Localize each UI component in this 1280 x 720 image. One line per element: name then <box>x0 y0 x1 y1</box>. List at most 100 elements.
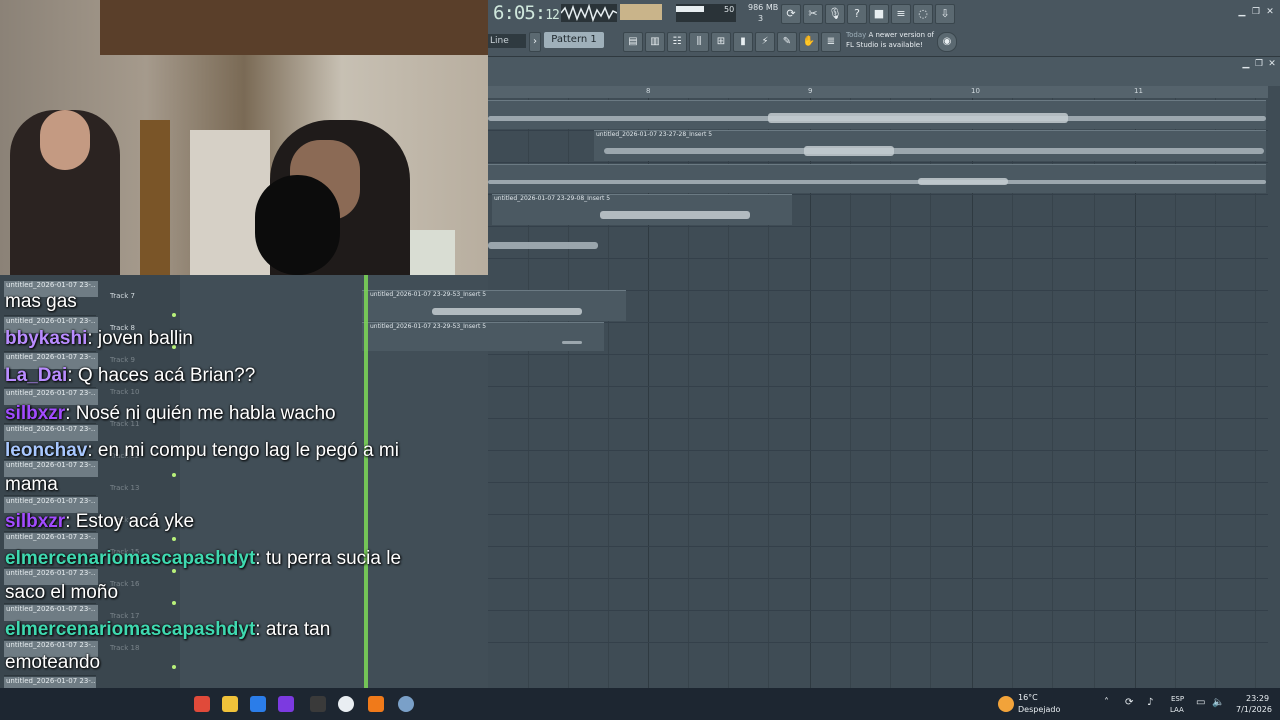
track-name[interactable]: Track 8 <box>110 324 135 332</box>
track-row[interactable]: untitled_2026-01-07 23-.. <box>4 317 98 352</box>
mic-icon[interactable]: 🎙 <box>825 4 845 24</box>
audio-clip[interactable] <box>488 164 1266 193</box>
restore-icon[interactable]: ❐ <box>1250 6 1262 18</box>
track-name[interactable]: Track 14 <box>110 516 139 524</box>
track-name[interactable]: Track 9 <box>110 356 135 364</box>
clock-time[interactable]: 23:29 <box>1246 694 1269 703</box>
note-icon[interactable]: ≣ <box>821 32 841 52</box>
weather-description[interactable]: Despejado <box>1018 705 1060 714</box>
track-row[interactable]: untitled_2026-01-07 23-.. <box>4 281 98 316</box>
track-row[interactable]: untitled_2026-01-07 23-.. <box>4 353 98 388</box>
close-icon[interactable]: ✕ <box>1264 6 1276 18</box>
track-row[interactable]: untitled_2026-01-07 23-.. <box>4 425 98 460</box>
track-active-led[interactable] <box>172 313 176 317</box>
piano-roll-icon[interactable]: ▥ <box>645 32 665 52</box>
track-name[interactable]: Track 12 <box>110 452 139 460</box>
track-active-led[interactable] <box>172 569 176 573</box>
download-icon[interactable]: ⇩ <box>935 4 955 24</box>
track-clip-label: untitled_2026-01-07 23-.. <box>4 389 98 405</box>
app-icon[interactable] <box>310 696 326 712</box>
track-name[interactable]: Track 15 <box>110 548 139 556</box>
audio-clip[interactable]: untitled_2026-01-07 23-29-53_Insert 5 <box>362 290 626 321</box>
track-row[interactable]: untitled_2026-01-07 23-.. <box>4 569 98 604</box>
brush-icon[interactable]: ✎ <box>777 32 797 52</box>
track-row[interactable]: untitled_2026-01-07 23-.. <box>4 533 98 568</box>
obs-icon[interactable] <box>398 696 414 712</box>
track-row[interactable]: untitled_2026-01-07 23-.. <box>4 461 98 496</box>
display-icon[interactable]: ▭ <box>1196 697 1205 708</box>
playhead[interactable] <box>364 275 368 688</box>
track-name[interactable]: Track 18 <box>110 644 139 652</box>
master-volume-meter[interactable] <box>620 4 662 20</box>
clock-date[interactable]: 7/1/2026 <box>1236 705 1272 714</box>
plug-icon[interactable]: ⚡ <box>755 32 775 52</box>
chat-icon[interactable]: ◌ <box>913 4 933 24</box>
track-name[interactable]: Track 10 <box>110 388 139 396</box>
channel-rack-icon[interactable]: ☷ <box>667 32 687 52</box>
update-icon[interactable]: ◉ <box>937 32 957 52</box>
track-row[interactable]: untitled_2026-01-07 23-.. <box>4 641 98 676</box>
ruler-mark: 8 <box>646 87 651 95</box>
mic-tray-icon[interactable]: ♪ <box>1147 697 1153 708</box>
track-name[interactable]: Track 11 <box>110 420 139 428</box>
track-active-led[interactable] <box>172 601 176 605</box>
mixer-icon[interactable]: ≡ <box>891 4 911 24</box>
ruler-mark: 9 <box>808 87 813 95</box>
volume-icon[interactable]: 🔈 <box>1212 697 1224 708</box>
track-active-led[interactable] <box>172 473 176 477</box>
clip-label: untitled_2026-01-07 23-29-08_Insert 5 <box>494 195 611 202</box>
track-name[interactable]: Track 13 <box>110 484 139 492</box>
plugin-icon[interactable]: ▮ <box>733 32 753 52</box>
memory-readout: 986 MB <box>748 3 779 12</box>
track-active-led[interactable] <box>172 537 176 541</box>
track-row[interactable]: untitled_2026-01-07 23-.. <box>4 497 98 532</box>
track-row[interactable]: untitled_2026-01-07 23-.. <box>4 605 98 640</box>
loop-icon[interactable]: ⟳ <box>781 4 801 24</box>
chevron-up-icon[interactable]: ˄ <box>1104 697 1109 708</box>
news-panel[interactable]: Today A newer version of FL Studio is av… <box>846 30 934 50</box>
keyboard-layout[interactable]: LAA <box>1170 706 1184 714</box>
fl-studio-icon[interactable] <box>368 696 384 712</box>
browser-icon[interactable] <box>250 696 266 712</box>
audio-clip[interactable]: untitled_2026-01-07 23-27-28_Insert 5 <box>594 130 1266 161</box>
app-icon[interactable] <box>194 696 210 712</box>
cut-icon[interactable]: ✂ <box>803 4 823 24</box>
save-icon[interactable]: ■ <box>869 4 889 24</box>
help-icon[interactable]: ? <box>847 4 867 24</box>
track-clip-label: untitled_2026-01-07 23-.. <box>4 425 98 441</box>
audio-clip[interactable] <box>488 228 653 256</box>
play-icon[interactable] <box>338 696 354 712</box>
song-time[interactable]: 6:05:12 <box>493 2 560 24</box>
pattern-selector[interactable]: Pattern 1 <box>544 32 604 48</box>
folder-icon[interactable] <box>222 696 238 712</box>
track-name[interactable]: Track 17 <box>110 612 139 620</box>
track-active-led[interactable] <box>172 345 176 349</box>
playlist-minimize-icon[interactable]: ▁ <box>1240 58 1252 70</box>
hand-icon[interactable]: ✋ <box>799 32 819 52</box>
arrow-right-icon[interactable]: › <box>529 32 541 52</box>
playlist-close-icon[interactable]: ✕ <box>1266 58 1278 70</box>
playlist-maximize-icon[interactable]: ❐ <box>1253 58 1265 70</box>
track-clip-label: untitled_2026-01-07 23-.. <box>4 605 98 621</box>
playlist-icon[interactable]: ▤ <box>623 32 643 52</box>
sync-icon[interactable]: ⟳ <box>1125 697 1133 708</box>
timeline-ruler[interactable] <box>488 86 1268 98</box>
language-indicator[interactable]: ESP <box>1171 695 1184 703</box>
app-icon[interactable] <box>278 696 294 712</box>
audio-clip[interactable] <box>488 100 1266 129</box>
track-name[interactable]: Track 16 <box>110 580 139 588</box>
taskbar <box>0 688 1280 720</box>
minimize-icon[interactable]: ▁ <box>1236 6 1248 18</box>
clip-label: untitled_2026-01-07 23-29-53_Insert 5 <box>370 291 487 298</box>
track-row[interactable]: untitled_2026-01-07 23-.. <box>4 389 98 424</box>
track-name[interactable]: Track 7 <box>110 292 135 300</box>
audio-clip[interactable]: untitled_2026-01-07 23-29-53_Insert 5 <box>362 322 604 351</box>
audio-clip[interactable]: untitled_2026-01-07 23-29-08_Insert 5 <box>492 194 792 225</box>
mixer-view-icon[interactable]: ⫼ <box>689 32 709 52</box>
track-active-led[interactable] <box>172 665 176 669</box>
weather-temperature[interactable]: 16°C <box>1018 693 1038 702</box>
snap-selector[interactable]: Line <box>488 34 526 48</box>
playlist-header <box>488 56 1280 86</box>
clip-label: untitled_2026-01-07 23-27-28_Insert 5 <box>596 131 713 138</box>
browser-icon[interactable]: ⊞ <box>711 32 731 52</box>
